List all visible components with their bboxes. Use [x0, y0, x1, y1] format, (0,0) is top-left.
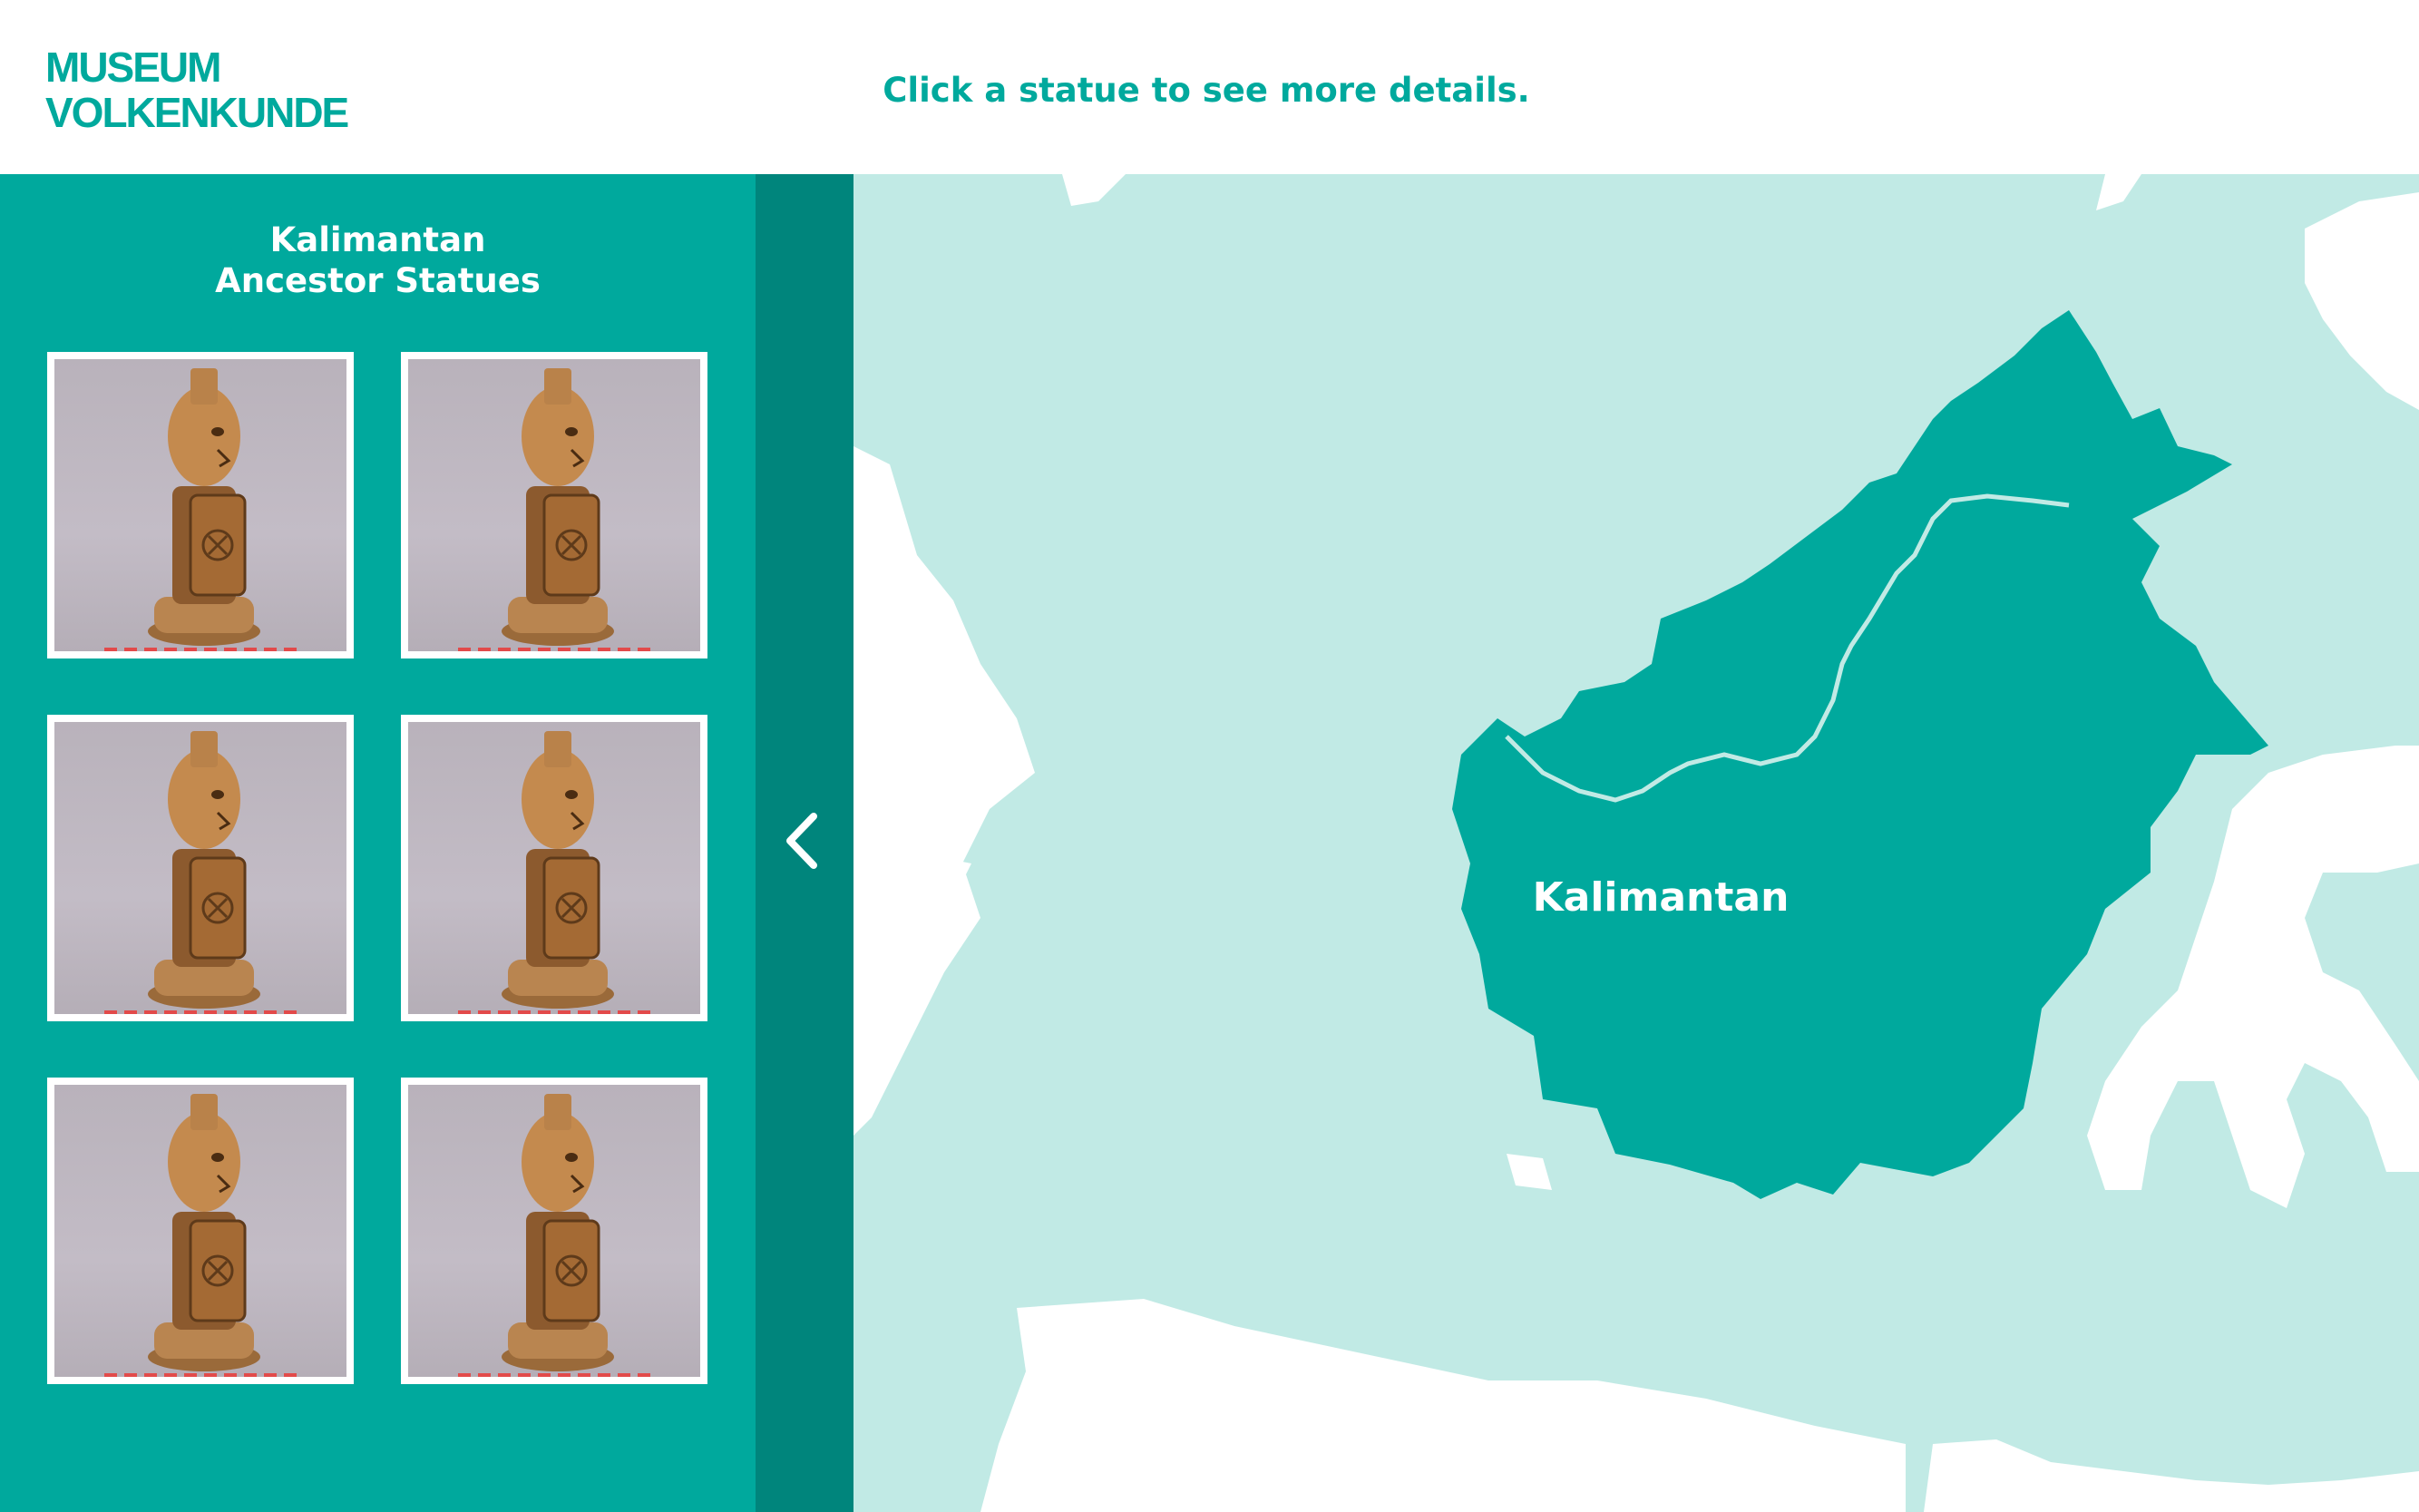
statue-photo [54, 359, 346, 651]
photo-label-strip [458, 648, 658, 651]
photo-label-strip [458, 1010, 658, 1014]
ancestor-statue-icon [148, 368, 260, 646]
islet-1 [2096, 174, 2141, 210]
region-map [853, 174, 2419, 1512]
photo-label-strip [458, 1373, 658, 1377]
panel-title-line2: Ancestor Statues [215, 261, 541, 300]
statue-card[interactable] [47, 715, 354, 1021]
islet-4 [1062, 174, 1126, 206]
photo-label-strip [104, 1010, 304, 1014]
statue-photo [408, 359, 700, 651]
svg-text:MUSEUM: MUSEUM [45, 44, 219, 91]
statue-photo [408, 722, 700, 1014]
statue-card[interactable] [401, 352, 707, 658]
bali-lombok-land [1924, 1439, 2419, 1512]
ancestor-statue-icon [502, 1094, 614, 1371]
map: Kalimantan [853, 174, 2419, 1512]
panel-title: Kalimantan Ancestor Statues [0, 219, 756, 301]
java-land [980, 1299, 1906, 1512]
panel-title-line1: Kalimantan [269, 220, 486, 259]
statue-card[interactable] [47, 1078, 354, 1384]
statue-card[interactable] [401, 715, 707, 1021]
chevron-left-icon [786, 813, 817, 869]
svg-text:VOLKENKUNDE: VOLKENKUNDE [45, 89, 348, 131]
museum-logo-icon: MUSEUM VOLKENKUNDE [45, 44, 350, 131]
ancestor-statue-icon [502, 368, 614, 646]
header: MUSEUM VOLKENKUNDE Click a statue to see… [0, 0, 2419, 174]
instruction-text: Click a statue to see more details. [883, 71, 1530, 110]
statue-card[interactable] [47, 352, 354, 658]
sumatra-land [853, 446, 1035, 1136]
ancestor-statue-icon [502, 731, 614, 1009]
collapse-sidebar-button[interactable] [756, 174, 853, 1512]
statue-photo [408, 1085, 700, 1377]
statue-sidebar: Kalimantan Ancestor Statues [0, 174, 756, 1512]
kalimantan-label[interactable]: Kalimantan [1470, 873, 1851, 923]
statue-photo [54, 722, 346, 1014]
philippines-land [2305, 192, 2419, 410]
museum-logo: MUSEUM VOLKENKUNDE [45, 44, 354, 131]
photo-label-strip [104, 648, 304, 651]
ancestor-statue-icon [148, 1094, 260, 1371]
statue-card[interactable] [401, 1078, 707, 1384]
islet-6 [1507, 1154, 1552, 1190]
photo-label-strip [104, 1373, 304, 1377]
statue-photo [54, 1085, 346, 1377]
ancestor-statue-icon [148, 731, 260, 1009]
